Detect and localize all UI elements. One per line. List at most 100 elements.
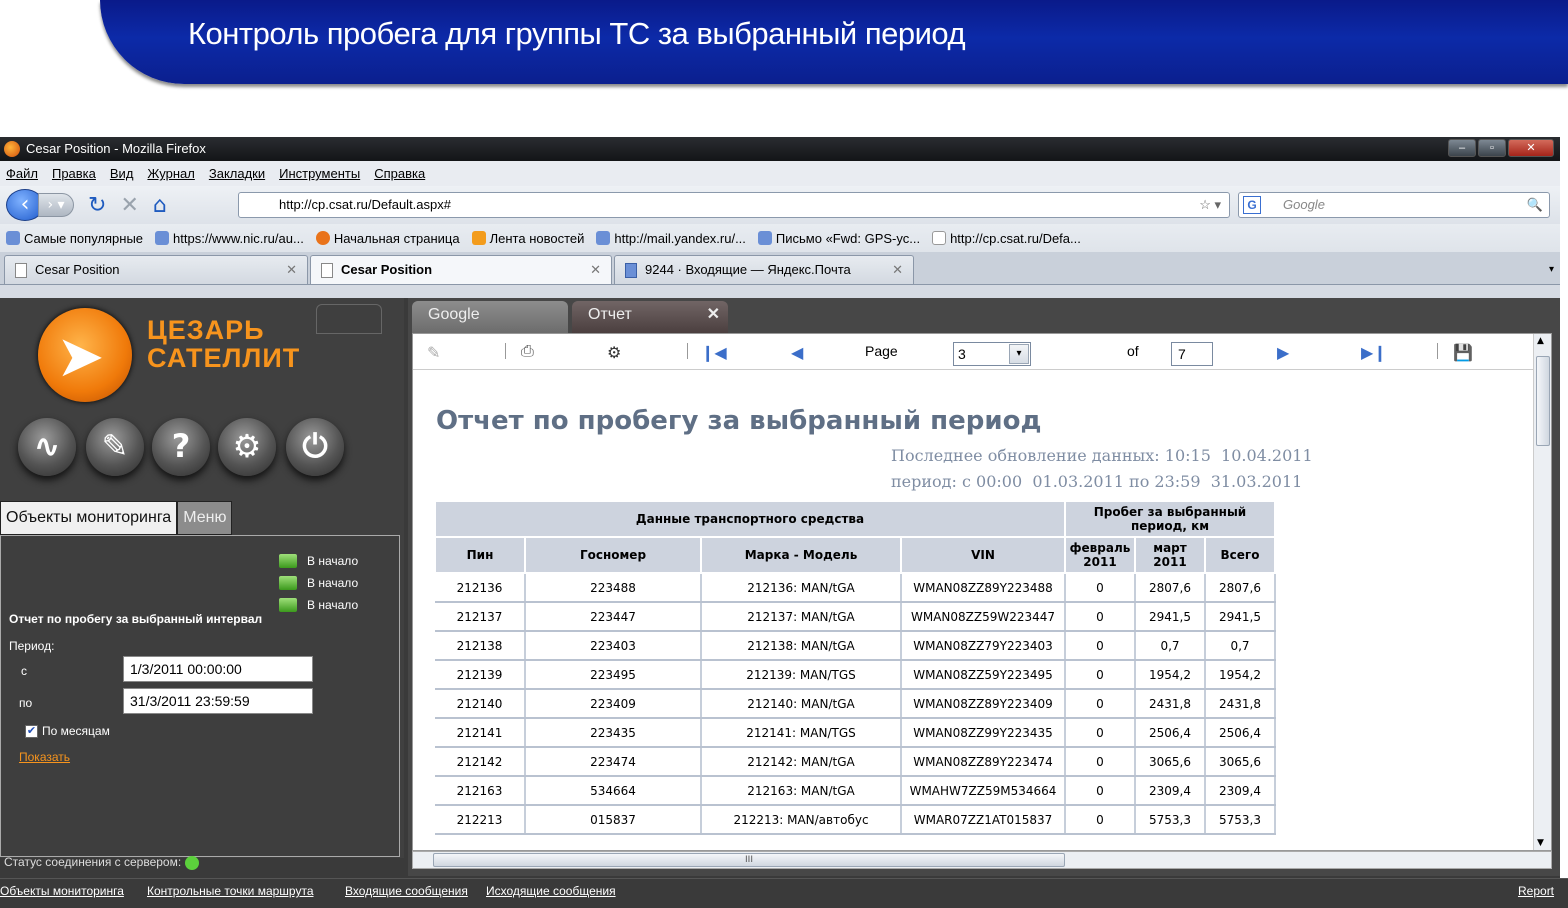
report-updated: Последнее обновление данных: 10:15 10.04…: [891, 446, 1313, 465]
next-page-icon[interactable]: ▶: [1277, 343, 1289, 363]
vertical-scrollbar[interactable]: ▲ ▼: [1533, 334, 1551, 850]
menu-file[interactable]: Файл: [6, 166, 38, 181]
browser-window: Cesar Position - Mozilla Firefox – ▫ ✕ Ф…: [0, 137, 1568, 908]
page-select[interactable]: 3 ▾: [953, 342, 1031, 366]
power-button[interactable]: ⏻: [286, 418, 344, 476]
checkbox-checked-icon[interactable]: ✔: [25, 724, 38, 738]
bookmark-item[interactable]: Начальная страница: [315, 231, 460, 246]
bookmark-item[interactable]: http://cp.csat.ru/Defa...: [932, 231, 1081, 246]
to-date-input[interactable]: 31/3/2011 23:59:59: [123, 688, 313, 714]
home-icon[interactable]: ⌂: [153, 193, 167, 218]
url-bar[interactable]: http://cp.csat.ru/Default.aspx# ☆ ▾: [238, 192, 1230, 218]
scroll-up-icon[interactable]: ▲: [1537, 336, 1544, 346]
bookmark-item[interactable]: Лента новостей: [471, 231, 584, 246]
menu-history[interactable]: Журнал: [147, 166, 194, 181]
menu-edit[interactable]: Правка: [52, 166, 96, 181]
bookmark-item[interactable]: https://www.nic.ru/au...: [155, 231, 304, 246]
page-icon: [321, 263, 333, 278]
table-cell: 0,7: [1205, 631, 1276, 661]
menu-help[interactable]: Справка: [374, 166, 425, 181]
tab-google[interactable]: Google: [412, 301, 568, 333]
chevron-down-icon[interactable]: ▾: [1009, 344, 1029, 364]
close-tab-icon[interactable]: ✕: [590, 256, 601, 284]
footer-link-route-checkpoints[interactable]: Контрольные точки маршрута: [147, 884, 314, 898]
footer-link-monitoring-objects[interactable]: Объекты мониторинга: [0, 884, 124, 898]
table-row: 212213 015837 212213: MAN/автобус WMAR07ZZ1…: [435, 805, 1276, 835]
table-cell: 2506,4: [1205, 718, 1276, 748]
to-start-link[interactable]: В начало: [279, 576, 358, 590]
tab-empty[interactable]: [316, 304, 382, 334]
search-input[interactable]: G Google 🔍: [1238, 192, 1550, 218]
minimize-button[interactable]: –: [1448, 139, 1476, 157]
status-indicator-icon: [185, 855, 200, 870]
footer-link-report[interactable]: Report: [1518, 884, 1554, 898]
table-row: 212163 534664 212163: MAN/tGA WMAHW7ZZ59M53…: [435, 776, 1276, 806]
route-button[interactable]: ∿: [18, 418, 76, 476]
to-start-label: В начало: [307, 576, 359, 590]
menu-bookmarks[interactable]: Закладки: [209, 166, 265, 181]
first-page-icon[interactable]: ❙◀: [701, 343, 727, 363]
tab-yandex-mail[interactable]: 9244 · Входящие — Яндекс.Почта ✕: [614, 255, 914, 284]
menu-view[interactable]: Вид: [110, 166, 134, 181]
table-cell: 212141: MAN/TGS: [701, 718, 902, 748]
tab-list-chevron-down-icon[interactable]: ▾: [1549, 264, 1554, 275]
draw-button[interactable]: ✎: [86, 418, 144, 476]
bookmark-item[interactable]: Письмо «Fwd: GPS-ус...: [757, 230, 921, 246]
google-engine-icon[interactable]: G: [1243, 196, 1261, 214]
print-preview-icon[interactable]: ⚙: [607, 343, 621, 363]
close-tab-icon[interactable]: ✕: [892, 256, 903, 284]
bookmark-item[interactable]: http://mail.yandex.ru/...: [596, 231, 746, 246]
table-cell: 534664: [525, 776, 702, 806]
table-cell: WMAN08ZZ59W223447: [901, 602, 1066, 632]
table-cell: 223403: [525, 631, 702, 661]
separator: [505, 343, 506, 359]
tab-cesar-position-2[interactable]: Cesar Position ✕: [310, 255, 612, 284]
footer-link-incoming-messages[interactable]: Входящие сообщения: [345, 884, 468, 898]
bookmark-label: http://cp.csat.ru/Defa...: [950, 230, 1081, 246]
bookmark-label: Самые популярные: [24, 230, 144, 246]
prev-page-icon[interactable]: ◀: [791, 343, 803, 363]
eraser-icon[interactable]: ✎: [427, 343, 440, 363]
tab-report[interactable]: Отчет ✕: [572, 301, 728, 333]
tab-cesar-position-1[interactable]: Cesar Position ✕: [4, 255, 308, 284]
forward-button[interactable]: › ▾: [38, 193, 74, 217]
bookmark-label: Письмо «Fwd: GPS-ус...: [775, 230, 921, 246]
from-date-input[interactable]: 1/3/2011 00:00:00: [123, 656, 313, 682]
tab-monitoring-objects[interactable]: Объекты мониторинга: [0, 501, 178, 535]
search-icon[interactable]: 🔍: [1527, 193, 1543, 217]
horizontal-scrollbar[interactable]: III: [412, 851, 1552, 869]
scrollbar-thumb[interactable]: [1536, 356, 1550, 446]
to-start-link[interactable]: В начало: [279, 554, 358, 568]
close-tab-icon[interactable]: ✕: [707, 301, 720, 329]
stop-icon[interactable]: ✕: [120, 193, 138, 218]
help-button[interactable]: ?: [152, 418, 210, 476]
tab-menu[interactable]: Меню: [177, 501, 233, 535]
last-page-icon[interactable]: ▶❙: [1361, 343, 1387, 363]
close-window-button[interactable]: ✕: [1508, 139, 1554, 157]
reload-icon[interactable]: ↻: [88, 193, 106, 218]
scrollbar-thumb[interactable]: III: [433, 853, 1065, 867]
by-month-checkbox[interactable]: ✔ По месяцам: [25, 724, 110, 738]
settings-button[interactable]: ⚙: [218, 418, 276, 476]
table-cell: 0: [1065, 776, 1136, 806]
bookmark-icon: [315, 231, 330, 245]
bookmark-item[interactable]: Самые популярные: [6, 231, 143, 246]
show-link[interactable]: Показать: [19, 750, 70, 764]
title-bar: Cesar Position - Mozilla Firefox – ▫ ✕: [0, 137, 1560, 161]
table-cell: WMAHW7ZZ59M534664: [901, 776, 1066, 806]
to-start-link[interactable]: В начало: [279, 598, 358, 612]
mail-icon: [596, 231, 611, 245]
footer-link-outgoing-messages[interactable]: Исходящие сообщения: [486, 884, 616, 898]
save-icon[interactable]: 💾: [1453, 343, 1473, 363]
scroll-down-icon[interactable]: ▼: [1537, 838, 1544, 848]
close-tab-icon[interactable]: ✕: [286, 256, 297, 284]
maximize-button[interactable]: ▫: [1478, 139, 1506, 157]
bookmark-label: http://mail.yandex.ru/...: [614, 230, 746, 246]
menu-tools[interactable]: Инструменты: [279, 166, 360, 181]
table-cell: 212138: MAN/tGA: [701, 631, 902, 661]
bookmark-icon: [155, 231, 170, 245]
star-icon[interactable]: ☆ ▾: [1199, 193, 1221, 217]
print-icon[interactable]: ⎙: [521, 343, 534, 361]
col-feb: февраль 2011: [1064, 536, 1136, 574]
arrow-back-icon: [279, 554, 297, 568]
